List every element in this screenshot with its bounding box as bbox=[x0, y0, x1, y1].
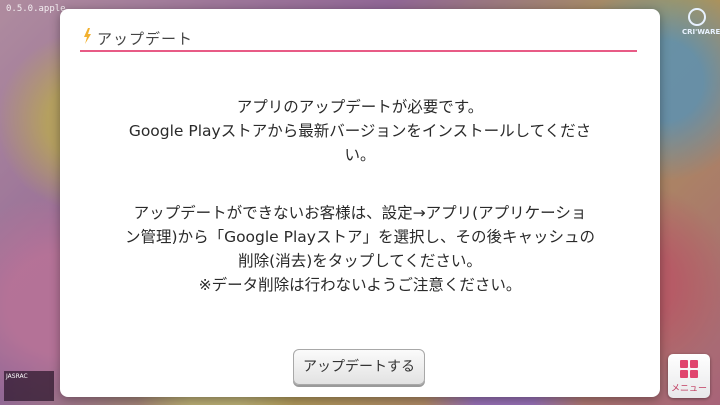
left-strip-label: JASRAC bbox=[6, 373, 28, 380]
dialog-header: アップデート bbox=[80, 19, 637, 52]
grid-icon bbox=[680, 360, 698, 378]
update-message: アプリのアップデートが必要です。 Google Playストアから最新バージョン… bbox=[85, 95, 635, 167]
message-line: ※データ削除は行わないようご注意ください。 bbox=[198, 276, 522, 294]
message-line: い。 bbox=[344, 146, 376, 164]
message-line: 削除(消去)をタップしてください。 bbox=[238, 252, 482, 270]
bolt-icon bbox=[84, 28, 91, 44]
version-label: 0.5.0.apple bbox=[6, 4, 66, 14]
message-line: ン管理)から「Google Playストア」を選択し、その後キャッシュの bbox=[125, 228, 595, 246]
brand-logo: CRI'WARE bbox=[682, 8, 720, 44]
message-line: アプリのアップデートが必要です。 bbox=[236, 98, 484, 116]
update-dialog: アップデート アプリのアップデートが必要です。 Google Playストアから… bbox=[60, 9, 660, 397]
dialog-title: アップデート bbox=[97, 30, 194, 48]
brand-logo-icon bbox=[688, 8, 706, 26]
brand-logo-text: CRI'WARE bbox=[682, 28, 720, 36]
menu-label: メニュー bbox=[670, 384, 707, 394]
message-line: アップデートができないお客様は、設定→アプリ(アプリケーショ bbox=[133, 204, 587, 222]
troubleshoot-message: アップデートができないお客様は、設定→アプリ(アプリケーショ ン管理)から「Go… bbox=[85, 201, 635, 297]
left-strip: JASRAC bbox=[4, 371, 54, 401]
update-button[interactable]: アップデートする bbox=[293, 349, 425, 385]
message-line: Google Playストアから最新バージョンをインストールしてくださ bbox=[128, 122, 592, 140]
menu-button[interactable]: メニュー bbox=[668, 354, 710, 398]
